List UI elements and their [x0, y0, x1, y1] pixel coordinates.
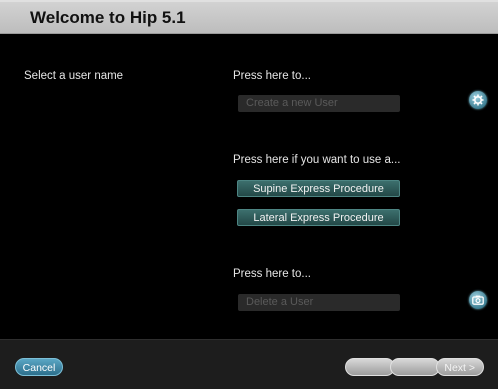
back-button[interactable]: [345, 358, 395, 376]
title-bar: Welcome to Hip 5.1: [0, 0, 498, 34]
delete-user-button[interactable]: Delete a User: [238, 294, 400, 311]
gear-icon[interactable]: [469, 91, 487, 109]
select-user-label: Select a user name: [24, 70, 124, 82]
middle-nav-button[interactable]: [390, 358, 440, 376]
camera-icon[interactable]: [469, 291, 487, 309]
next-button[interactable]: Next >: [436, 358, 484, 376]
cancel-button[interactable]: Cancel: [15, 358, 63, 376]
create-user-button[interactable]: Create a new User: [238, 95, 400, 112]
lateral-express-procedure-button[interactable]: Lateral Express Procedure: [237, 209, 400, 226]
procedure-prompt: Press here if you want to use a...: [233, 154, 401, 166]
delete-prompt: Press here to...: [233, 268, 311, 280]
create-prompt: Press here to...: [233, 70, 311, 82]
footer-bar: Cancel Next >: [0, 339, 498, 389]
window-title: Welcome to Hip 5.1: [30, 8, 186, 27]
supine-express-procedure-button[interactable]: Supine Express Procedure: [237, 180, 400, 197]
welcome-window: Welcome to Hip 5.1 Select a user name Pr…: [0, 0, 498, 389]
